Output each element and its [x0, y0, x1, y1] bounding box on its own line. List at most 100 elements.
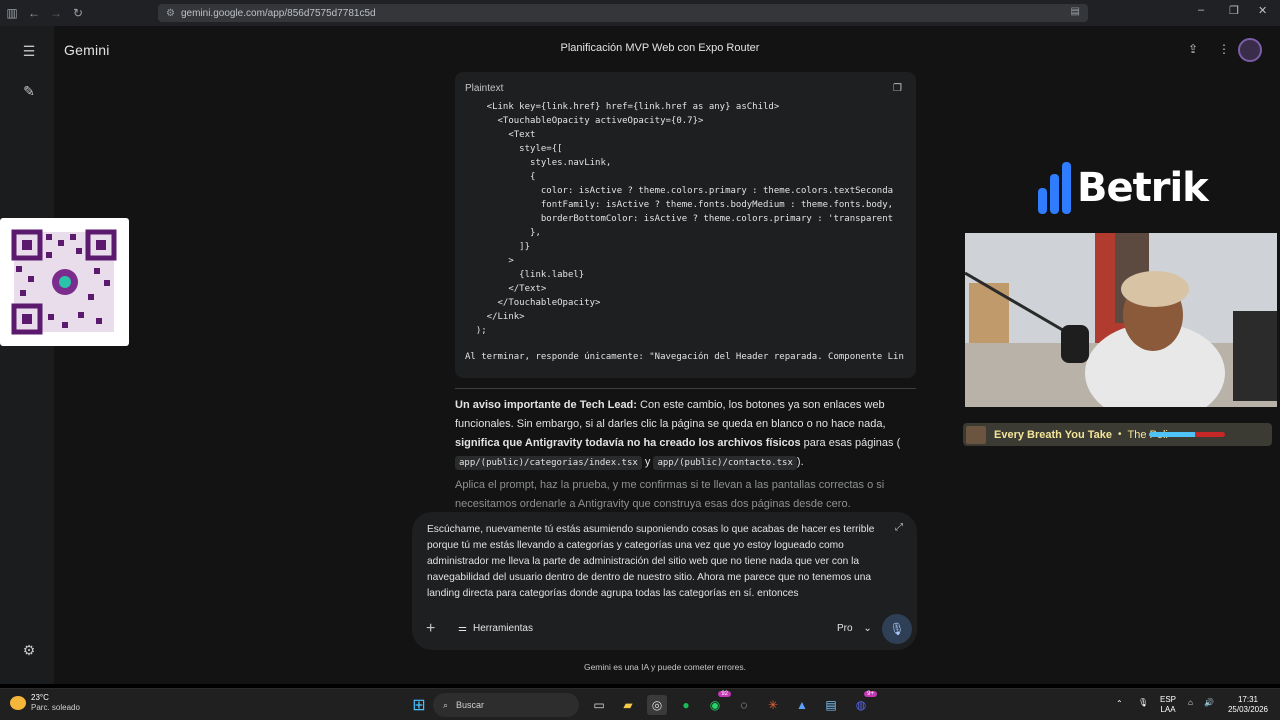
app-icon[interactable]: ◌	[734, 695, 754, 715]
now-playing-bar: Every Breath You Take • The Poli	[963, 423, 1272, 446]
code-line: <Text	[465, 130, 536, 140]
add-attachment-button[interactable]: +	[426, 620, 435, 638]
code-line: <Link key={link.href} href={link.href as…	[465, 102, 780, 112]
chevron-down-icon: ⌄	[863, 623, 872, 634]
tools-label: Herramientas	[472, 623, 533, 634]
volume-meter	[1149, 432, 1225, 437]
share-icon[interactable]: ⇪	[1188, 42, 1198, 56]
left-rail: ☰ ✎ ⚙	[0, 26, 54, 684]
search-icon: ⌕	[443, 699, 449, 710]
sun-cloud-icon	[10, 696, 26, 710]
weather-condition: Parc. soleado	[31, 703, 80, 712]
code-line: },	[465, 228, 541, 238]
back-button[interactable]: ←	[24, 3, 44, 23]
response-text: y	[641, 456, 654, 468]
taskbar-search[interactable]: ⌕ Buscar	[433, 693, 579, 717]
discord-icon[interactable]: ◍ 9+	[851, 691, 877, 715]
windows-taskbar: 23°C Parc. soleado ⊞ ⌕ Buscar ▭ ▰ ◎ ● ◉ 9…	[0, 688, 1280, 720]
disclaimer: Gemini es una IA y puede cometer errores…	[583, 662, 747, 672]
site-info-icon[interactable]: ⚙	[166, 8, 175, 19]
prompt-input-text[interactable]: Escúchame, nuevamente tú estás asumiendo…	[427, 522, 897, 602]
response-text: ).	[796, 456, 804, 468]
reload-button[interactable]: ↻	[68, 3, 88, 23]
response-bold-lead: Un aviso importante de Tech Lead:	[455, 399, 637, 411]
file-explorer-icon[interactable]: ▰	[618, 695, 638, 715]
code-line: {link.label}	[465, 270, 585, 280]
album-art-icon	[966, 425, 986, 444]
avatar[interactable]	[1238, 38, 1262, 62]
conversation-title: Planificación MVP Web con Expo Router	[560, 42, 760, 54]
code-line: {	[465, 172, 536, 182]
maximize-button[interactable]: ❐	[1229, 4, 1239, 17]
notepad-icon[interactable]: ▤	[821, 695, 841, 715]
volume-meter-fill	[1149, 432, 1195, 437]
claude-icon[interactable]: ✳	[763, 695, 783, 715]
song-title: Every Breath You Take	[994, 428, 1112, 441]
menu-icon[interactable]: ☰	[19, 43, 39, 63]
microphone-tray-icon[interactable]: 🎙	[1138, 698, 1148, 708]
copy-icon[interactable]: ❐	[893, 83, 902, 94]
network-icon[interactable]: ⌂	[1188, 698, 1193, 708]
new-chat-icon[interactable]: ✎	[19, 83, 39, 103]
spotify-icon[interactable]: ●	[676, 695, 696, 715]
response-bold-warning: significa que Antigravity todavía no ha …	[455, 437, 801, 449]
tools-button[interactable]: ⚌ Herramientas	[458, 623, 533, 634]
reader-mode-icon[interactable]: ▤	[1071, 6, 1080, 17]
model-label: Pro	[837, 623, 853, 634]
whatsapp-icon[interactable]: ◉ 92	[705, 691, 731, 715]
betrik-bars-icon	[1038, 162, 1071, 214]
search-label: Buscar	[456, 700, 485, 710]
language-code: ESP	[1160, 695, 1177, 704]
code-line: fontFamily: isActive ? theme.fonts.bodyM…	[465, 200, 894, 210]
inline-code: app/(public)/contacto.tsx	[653, 456, 797, 470]
code-content: <Link key={link.href} href={link.href as…	[465, 100, 893, 338]
task-view-icon[interactable]: ▭	[589, 695, 609, 715]
divider	[455, 388, 916, 389]
code-line: ]}	[465, 242, 531, 252]
webcam-feed	[965, 233, 1277, 407]
song-separator: •	[1118, 429, 1122, 440]
code-line: color: isActive ? theme.colors.primary :…	[465, 186, 894, 196]
language-indicator[interactable]: ESP LAA	[1160, 695, 1176, 715]
start-icon[interactable]: ⊞	[409, 695, 429, 715]
response-paragraph-faded: Aplica el prompt, haz la prueba, y me co…	[455, 479, 885, 510]
close-button[interactable]: ✕	[1258, 4, 1267, 17]
temperature: 23°C	[31, 693, 49, 702]
address-bar[interactable]: ⚙ gemini.google.com/app/856d7575d7781c5d…	[158, 4, 1088, 22]
whatsapp-badge: 92	[718, 691, 731, 697]
model-selector[interactable]: Pro ⌄	[837, 623, 872, 634]
response-text: para esas páginas (	[800, 437, 901, 449]
app-brand: Gemini	[64, 42, 110, 58]
prompt-input-box[interactable]: Escúchame, nuevamente tú estás asumiendo…	[412, 512, 917, 650]
code-line: >	[465, 256, 514, 266]
inline-code: app/(public)/categorias/index.tsx	[455, 456, 642, 470]
response-paragraph: Un aviso importante de Tech Lead: Con es…	[455, 396, 915, 472]
code-line: styles.navLink,	[465, 158, 612, 168]
sidebar-toggle-icon[interactable]: ▥	[2, 3, 22, 23]
chevron-up-icon[interactable]: ⌃	[1116, 699, 1123, 709]
betrik-logo: Betrik	[1038, 160, 1209, 216]
microphone-button[interactable]: 🎙	[882, 614, 912, 644]
code-language-label: Plaintext	[465, 83, 504, 94]
settings-icon[interactable]: ⚙	[19, 642, 39, 662]
clock-date: 25/03/2026	[1227, 705, 1269, 714]
browser-toolbar: ▥ ← → ↻ ⚙ gemini.google.com/app/856d7575…	[0, 0, 1280, 26]
minimize-button[interactable]: –	[1198, 4, 1204, 16]
clock[interactable]: 17:31 25/03/2026	[1225, 695, 1271, 715]
url-text: gemini.google.com/app/856d7575d7781c5d	[180, 7, 376, 19]
code-block: Plaintext ❐ <Link key={link.href} href={…	[455, 72, 916, 378]
volume-icon[interactable]: 🔊	[1204, 698, 1214, 708]
forward-button[interactable]: →	[46, 3, 66, 23]
browser-icon[interactable]: ◎	[647, 695, 667, 715]
betrik-wordmark: Betrik	[1077, 165, 1209, 211]
tools-icon: ⚌	[458, 623, 467, 634]
more-options-icon[interactable]: ⋮	[1218, 42, 1230, 56]
weather-widget[interactable]: 23°C Parc. soleado	[10, 693, 80, 713]
qr-code-image	[0, 218, 129, 346]
code-line: </Link>	[465, 312, 525, 322]
expand-icon[interactable]: ⤢	[895, 522, 903, 533]
code-line: style={[	[465, 144, 563, 154]
antigravity-icon[interactable]: ▲	[792, 695, 812, 715]
clock-time: 17:31	[1237, 695, 1259, 704]
code-line: </Text>	[465, 284, 547, 294]
